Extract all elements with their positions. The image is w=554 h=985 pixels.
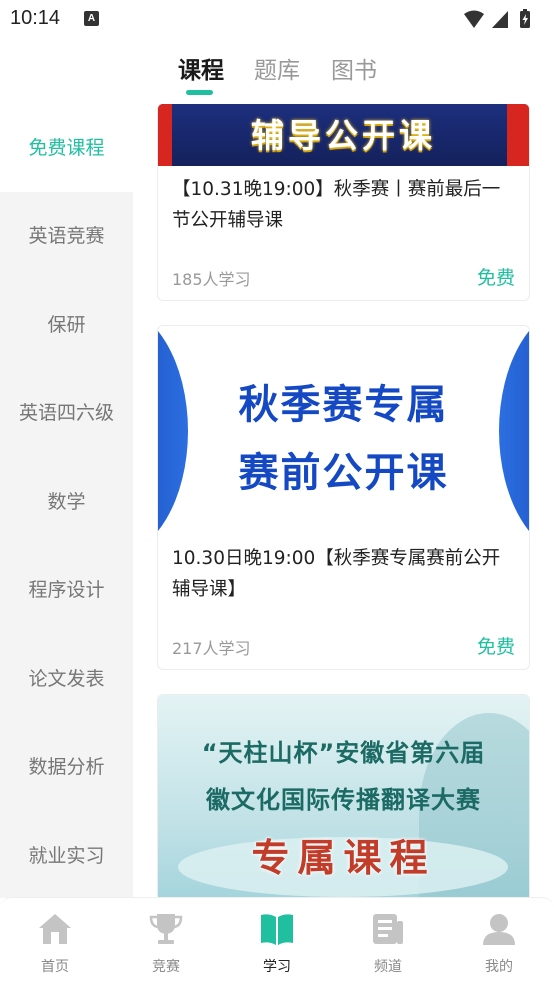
tab-courses[interactable]: 课程 [178,51,224,85]
bottom-nav: 首页 竞赛 学习 频道 我的 [0,897,554,985]
status-icons [464,9,530,28]
course-card[interactable]: 秋季赛专属 赛前公开课 10.30日晚19:00【秋季赛专属赛前公开辅导课】 2… [157,325,530,670]
wifi-icon [464,10,484,28]
sidebar-item-free-courses[interactable]: 免费课程 [0,104,133,192]
nav-competition[interactable]: 竞赛 [111,898,221,985]
course-footer: 217人学习 免费 [172,635,515,659]
active-tab-indicator [186,90,213,95]
battery-icon [520,9,530,28]
category-sidebar: 免费课程 英语竞赛 保研 英语四六级 数学 程序设计 论文发表 数据分析 就业实… [0,104,133,898]
course-card[interactable]: “天柱山杯”安徽省第六届 徽文化国际传播翻译大赛 专属课程 [157,694,530,898]
sidebar-item-english-competition[interactable]: 英语竞赛 [0,192,133,280]
cellular-icon [492,11,508,28]
sidebar-item-programming[interactable]: 程序设计 [0,546,133,634]
nav-label: 竞赛 [152,959,180,975]
nav-channel[interactable]: 频道 [333,898,443,985]
sidebar-item-paper-publishing[interactable]: 论文发表 [0,635,133,723]
course-banner[interactable]: “天柱山杯”安徽省第六届 徽文化国际传播翻译大赛 专属课程 [158,695,529,898]
course-footer: 185人学习 免费 [172,266,515,290]
trophy-icon [149,914,183,944]
banner-text-line3: 专属课程 [251,836,436,880]
course-banner[interactable]: 秋季赛专属 赛前公开课 [158,326,529,535]
nav-home[interactable]: 首页 [0,898,110,985]
sidebar-item-internship[interactable]: 就业实习 [0,812,133,900]
learner-count: 185人学习 [172,270,251,289]
sidebar-item-data-analysis[interactable]: 数据分析 [0,723,133,811]
nav-profile[interactable]: 我的 [444,898,554,985]
banner-text-line2: 徽文化国际传播翻译大赛 [206,786,481,814]
sidebar-item-postgrad-recommendation[interactable]: 保研 [0,281,133,369]
course-title[interactable]: 10.30日晚19:00【秋季赛专属赛前公开辅导课】 [158,535,529,605]
book-icon [261,914,293,945]
home-icon [39,914,71,944]
nav-label: 学习 [263,959,291,975]
banner-text-line1: “天柱山杯”安徽省第六届 [201,739,486,767]
nav-label: 我的 [485,959,513,975]
course-title[interactable]: 【10.31晚19:00】秋季赛丨赛前最后一节公开辅导课 [158,166,529,236]
notification-icon: A [84,11,99,26]
channel-icon [373,914,403,944]
status-time: 10:14 [10,7,61,29]
top-tabs: 课程 题库 图书 [0,38,554,102]
price-badge: 免费 [476,267,515,289]
banner-text: 辅导公开课 [251,116,436,155]
banner-text-line2: 赛前公开课 [238,450,449,496]
price-badge: 免费 [476,636,515,658]
sidebar-item-math[interactable]: 数学 [0,458,133,546]
course-banner[interactable]: 辅导公开课 [158,104,529,166]
nav-label: 首页 [41,959,69,975]
profile-icon [483,914,515,945]
nav-study[interactable]: 学习 [222,898,332,985]
nav-label: 频道 [374,959,402,975]
status-bar: 10:14 A [0,0,554,38]
course-card[interactable]: 辅导公开课 【10.31晚19:00】秋季赛丨赛前最后一节公开辅导课 185人学… [157,104,530,301]
tab-books[interactable]: 图书 [331,51,377,85]
sidebar-item-cet[interactable]: 英语四六级 [0,369,133,457]
course-list[interactable]: 辅导公开课 【10.31晚19:00】秋季赛丨赛前最后一节公开辅导课 185人学… [133,104,554,898]
banner-text-line1: 秋季赛专属 [238,382,449,428]
tab-question-bank[interactable]: 题库 [254,51,300,85]
learner-count: 217人学习 [172,639,251,658]
